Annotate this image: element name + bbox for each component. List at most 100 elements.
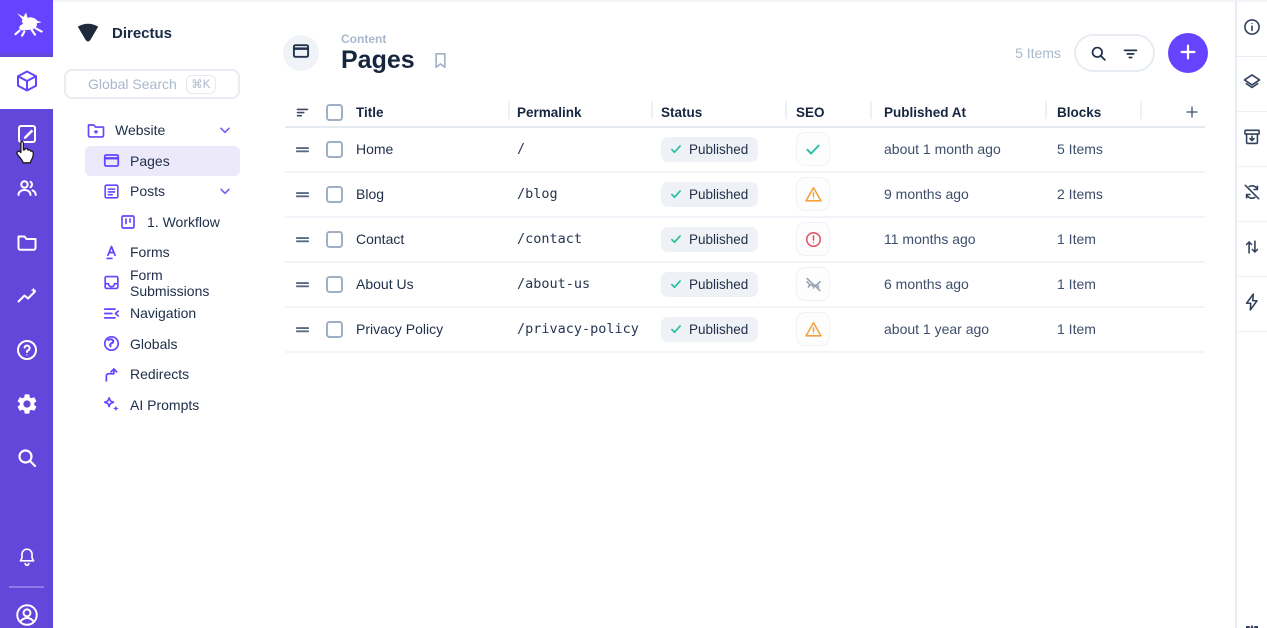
cell-seo: [785, 222, 870, 256]
seo-state-tile: [796, 132, 830, 166]
sidebar-item-pages[interactable]: Pages: [85, 146, 240, 177]
browser-window-icon: [101, 151, 121, 171]
module-users[interactable]: [0, 163, 53, 217]
sidebar-item-forms[interactable]: Forms: [85, 237, 240, 268]
chevron-down-icon[interactable]: [217, 183, 233, 199]
drag-handle-icon[interactable]: [285, 141, 320, 158]
sidebar-item-redirects[interactable]: Redirects: [85, 359, 240, 390]
cell-status: Published: [651, 227, 785, 252]
table-row[interactable]: About Us /about-us Published: [285, 263, 1205, 308]
add-item-button[interactable]: [1168, 33, 1208, 73]
status-badge: Published: [661, 182, 758, 207]
sidebar-item-label: Navigation: [130, 305, 196, 321]
table-row[interactable]: Blog /blog Published 9 mont: [285, 173, 1205, 218]
sidebar-item-globals[interactable]: Globals: [85, 329, 240, 360]
column-header-title[interactable]: Title: [348, 99, 508, 126]
layers-icon: [1242, 72, 1262, 97]
main-content: Content Pages 5 Items: [263, 0, 1235, 628]
notifications-button[interactable]: [0, 532, 53, 586]
global-search-input[interactable]: Global Search ⌘K: [64, 69, 240, 99]
sidebar-archive-button[interactable]: [1237, 112, 1267, 167]
status-badge: Published: [661, 317, 758, 342]
sidebar-item-label: Posts: [130, 183, 165, 199]
archive-icon: [1242, 127, 1262, 152]
column-header-seo[interactable]: SEO: [785, 99, 870, 126]
cell-published-at: about 1 year ago: [870, 321, 1045, 337]
drag-handle-icon[interactable]: [285, 276, 320, 293]
sidebar-sync-disabled-button[interactable]: [1237, 167, 1267, 222]
sidebar-partial-icon[interactable]: [1243, 614, 1261, 628]
item-count: 5 Items: [1015, 45, 1061, 61]
project-header[interactable]: Directus: [53, 16, 263, 59]
select-all-checkbox[interactable]: [326, 104, 343, 121]
folder-icon: [15, 230, 39, 259]
filter-icon[interactable]: [1121, 44, 1140, 63]
seo-error-icon: [804, 230, 823, 249]
cell-status: Published: [651, 137, 785, 162]
sidebar-item-form-submissions[interactable]: Form Submissions: [85, 268, 240, 299]
seo-warning-icon: [804, 320, 823, 339]
right-sidebar: [1235, 0, 1267, 628]
cell-blocks: 1 Item: [1045, 321, 1140, 337]
sidebar-import-export-button[interactable]: [1237, 222, 1267, 277]
insights-icon: [15, 284, 39, 313]
drag-handle-icon[interactable]: [285, 231, 320, 248]
sidebar-info-button[interactable]: [1237, 2, 1267, 57]
sidebar-item-ai-prompts[interactable]: AI Prompts: [85, 390, 240, 421]
module-files[interactable]: [0, 217, 53, 271]
sidebar-item-label: AI Prompts: [130, 397, 199, 413]
table-row[interactable]: Home / Published about 1 mo: [285, 128, 1205, 173]
sidebar-item-workflow[interactable]: 1. Workflow: [85, 207, 240, 238]
module-search[interactable]: [0, 433, 53, 487]
cell-title: Privacy Policy: [348, 321, 508, 337]
row-checkbox[interactable]: [326, 186, 343, 203]
cell-title: Blog: [348, 186, 508, 202]
cell-title: Contact: [348, 231, 508, 247]
sidebar-flows-button[interactable]: [1237, 277, 1267, 332]
search-icon[interactable]: [1089, 44, 1108, 63]
module-help[interactable]: [0, 325, 53, 379]
globe-icon: [101, 334, 121, 354]
seo-check-icon: [804, 140, 822, 158]
column-header-permalink[interactable]: Permalink: [508, 99, 651, 126]
chevron-down-icon[interactable]: [217, 122, 233, 138]
sidebar-item-navigation[interactable]: Navigation: [85, 298, 240, 329]
table-row[interactable]: Contact /contact Published: [285, 218, 1205, 263]
sidebar-item-website[interactable]: Website: [85, 115, 240, 146]
directus-logo-button[interactable]: [0, 0, 53, 53]
cell-permalink: /: [508, 141, 651, 157]
row-checkbox[interactable]: [326, 276, 343, 293]
account-button[interactable]: [0, 588, 53, 628]
manual-sort-toggle[interactable]: [285, 99, 320, 126]
module-insights[interactable]: [0, 271, 53, 325]
drag-handle-icon[interactable]: [285, 186, 320, 203]
select-all-checkbox-cell: [320, 99, 348, 126]
column-header-status[interactable]: Status: [651, 99, 785, 126]
workflow-board-icon: [118, 212, 138, 232]
row-checkbox[interactable]: [326, 321, 343, 338]
row-checkbox[interactable]: [326, 141, 343, 158]
table-row[interactable]: Privacy Policy /privacy-policy Published: [285, 308, 1205, 353]
bookmark-icon[interactable]: [431, 51, 450, 70]
add-column-button[interactable]: [1140, 99, 1205, 126]
sidebar-item-label: Form Submissions: [130, 267, 240, 299]
cell-seo: [785, 267, 870, 301]
project-logo-icon: [75, 20, 101, 47]
column-header-published-at[interactable]: Published At: [870, 99, 1045, 126]
drag-handle-icon[interactable]: [285, 321, 320, 338]
module-settings[interactable]: [0, 379, 53, 433]
column-header-blocks[interactable]: Blocks: [1045, 99, 1140, 126]
row-checkbox[interactable]: [326, 231, 343, 248]
cell-title: Home: [348, 141, 508, 157]
seo-state-tile: [796, 222, 830, 256]
cell-published-at: 11 months ago: [870, 231, 1045, 247]
bolt-icon: [1242, 292, 1262, 317]
sidebar-item-label: Forms: [130, 244, 170, 260]
directus-rabbit-icon: [11, 11, 43, 42]
collection-tree: Website Pages: [85, 115, 240, 420]
sidebar-item-posts[interactable]: Posts: [85, 176, 240, 207]
sidebar-layout-options-button[interactable]: [1237, 57, 1267, 112]
module-content-active[interactable]: [0, 57, 53, 109]
module-bar: [0, 0, 53, 628]
module-editor[interactable]: [0, 109, 53, 163]
